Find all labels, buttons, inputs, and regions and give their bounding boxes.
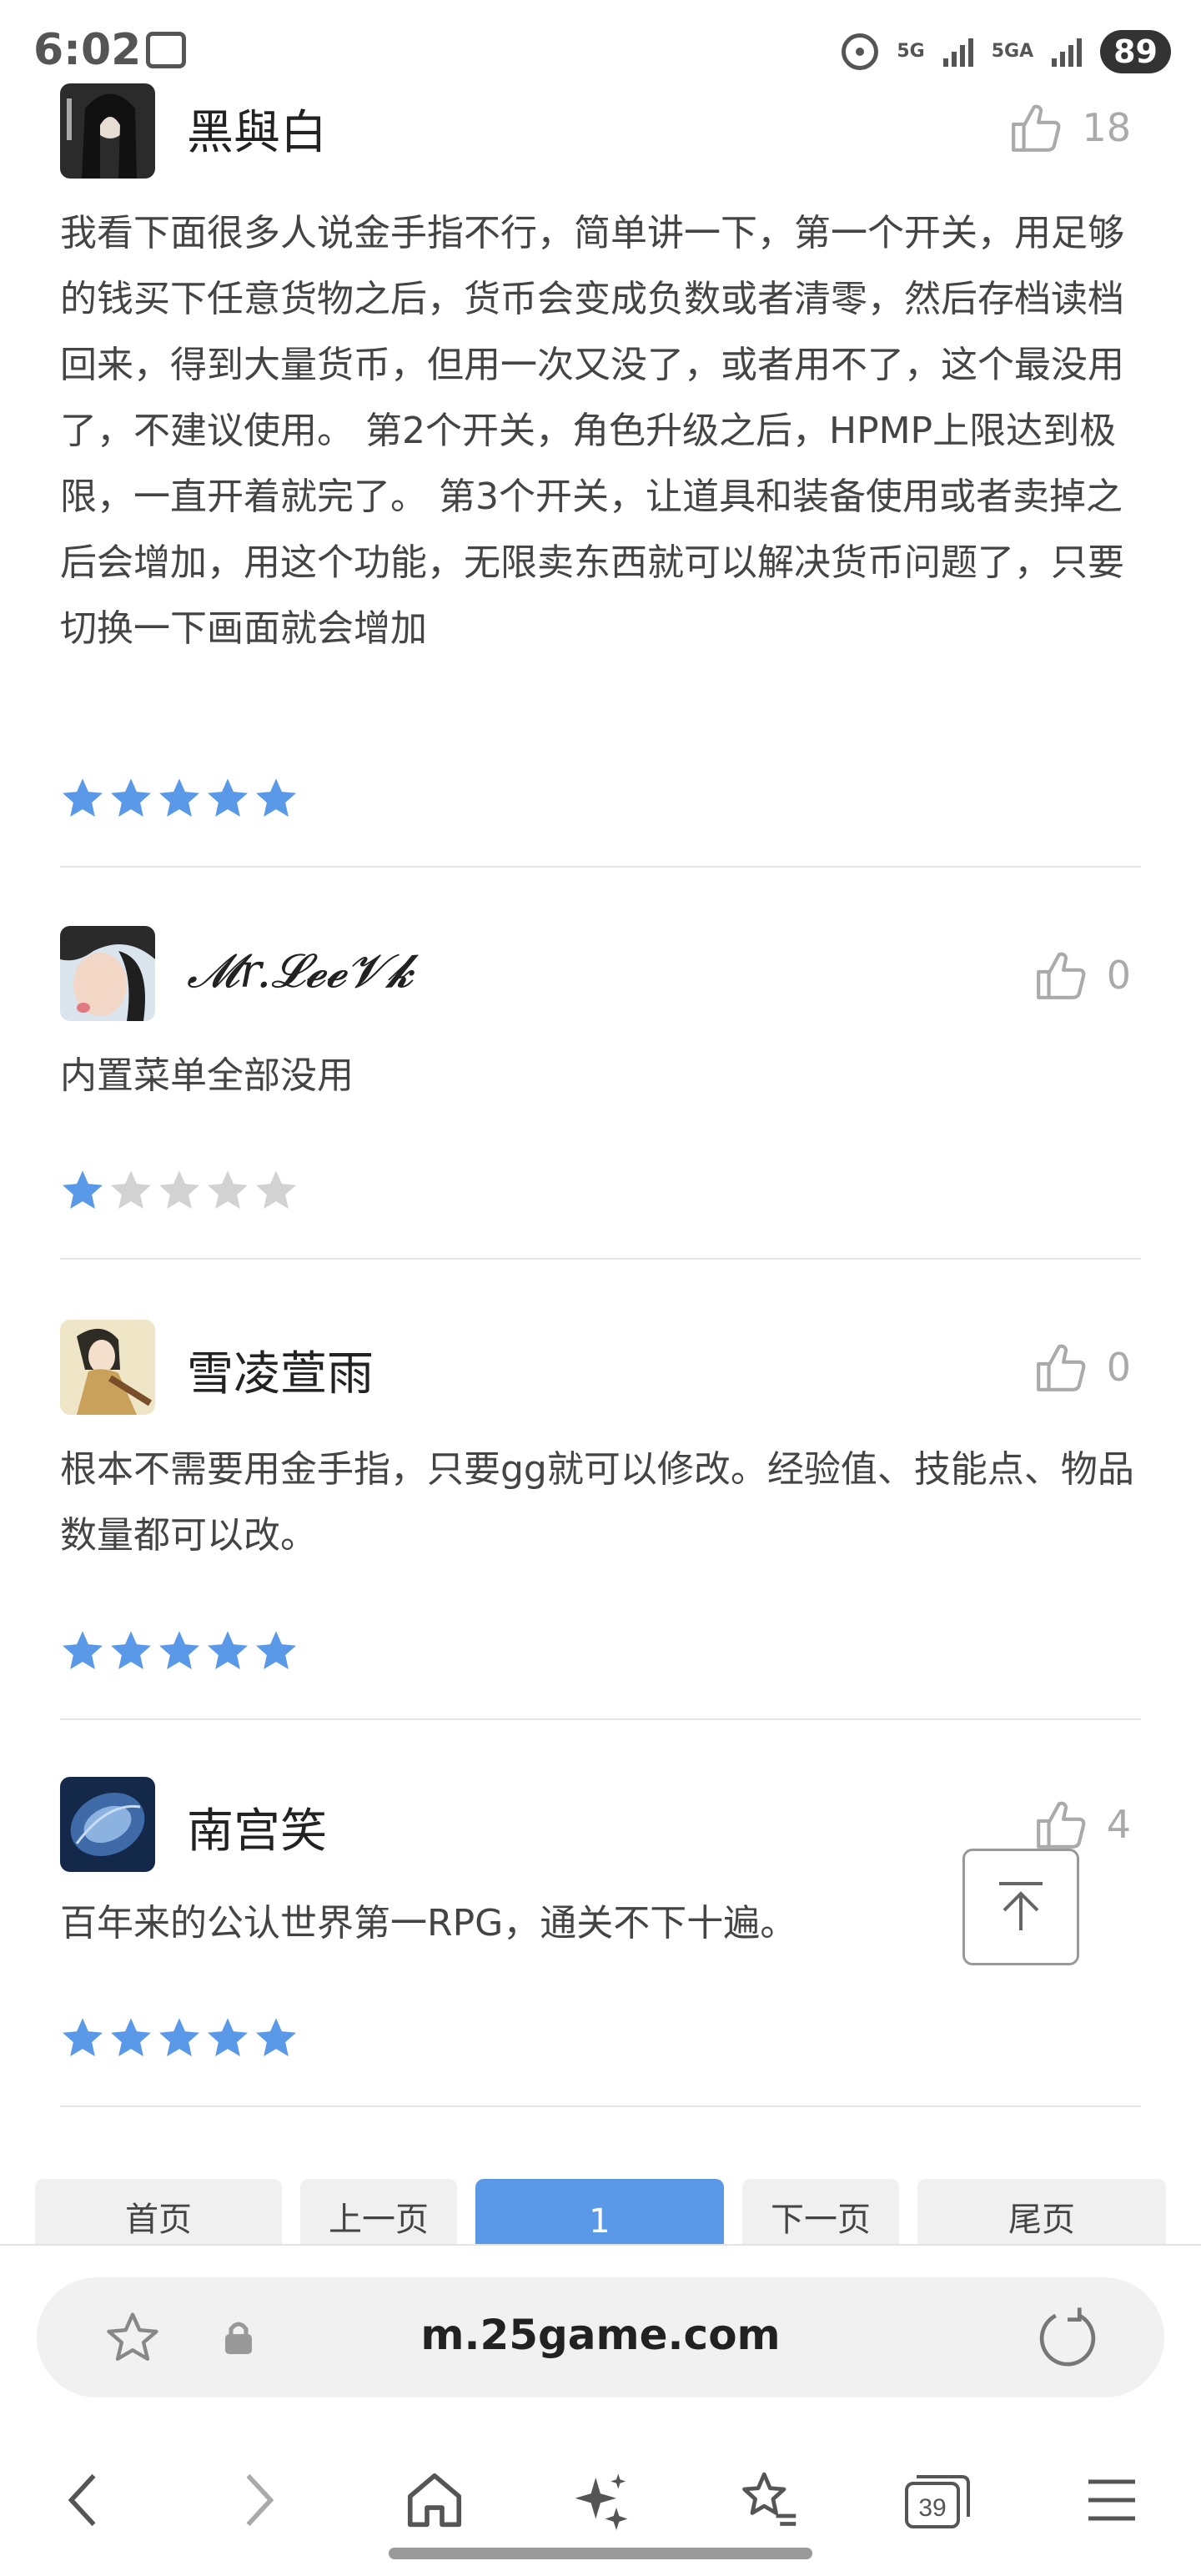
tabs-icon: 39 — [905, 2475, 970, 2528]
signal-icon-1 — [942, 37, 973, 67]
forward-arrow-icon — [246, 2473, 274, 2527]
star-filled-icon — [159, 1631, 199, 1669]
network-label-2: 5GA — [991, 41, 1034, 62]
back-arrow-icon — [68, 2473, 96, 2527]
browser-bar: m.25game.com 39 — [0, 2244, 1201, 2576]
star-empty-icon — [111, 1170, 151, 1209]
review-text: 根本不需要用金手指，只要gg就可以修改。经验值、技能点、物品数量都可以改。 — [60, 1448, 1134, 1557]
rating-stars — [60, 1168, 299, 1213]
avatar[interactable] — [60, 83, 155, 179]
forward-button[interactable] — [214, 2454, 305, 2546]
like-count: 4 — [1106, 1802, 1131, 1847]
rating-stars — [60, 1628, 299, 1673]
star-filled-icon — [63, 1170, 103, 1209]
star-empty-icon — [159, 1170, 199, 1209]
last-page-button[interactable]: 尾页 — [917, 2179, 1166, 2246]
star-filled-icon — [208, 778, 248, 817]
star-filled-icon — [111, 778, 151, 817]
star-empty-icon — [208, 1170, 248, 1209]
star-filled-icon — [111, 1631, 151, 1669]
hotspot-icon — [842, 33, 879, 70]
review-author: 黑與白 — [187, 106, 327, 160]
star-filled-icon — [256, 1631, 296, 1669]
avatar[interactable] — [60, 926, 155, 1021]
star-filled-icon — [256, 2018, 296, 2056]
network-label-1: 5G — [897, 41, 925, 62]
star-filled-icon — [159, 778, 199, 817]
thumbs-up-icon — [1036, 952, 1086, 999]
signal-icon-2 — [1052, 37, 1083, 67]
first-page-button[interactable]: 首页 — [35, 2179, 282, 2246]
like-button[interactable]: 18 — [1008, 100, 1131, 155]
star-filled-icon — [63, 778, 103, 817]
divider — [60, 1258, 1141, 1260]
divider — [60, 2106, 1141, 2107]
review-author: 雪凌萱雨 — [187, 1347, 374, 1401]
star-filled-icon — [159, 2018, 199, 2056]
avatar[interactable] — [60, 1777, 155, 1872]
review-text: 我看下面很多人说金手指不行，简单讲一下，第一个开关，用足够的钱买下任意货物之后，… — [60, 212, 1124, 650]
address-bar[interactable]: m.25game.com — [37, 2277, 1164, 2397]
current-page-button[interactable]: 1 — [475, 2179, 724, 2246]
menu-button[interactable] — [1066, 2454, 1158, 2546]
bookmarks-button[interactable] — [722, 2454, 814, 2546]
star-filled-icon — [208, 2018, 248, 2056]
home-icon — [407, 2473, 462, 2528]
back-button[interactable] — [37, 2454, 128, 2546]
star-filled-icon — [208, 1631, 248, 1669]
review-author: 南宫笑 — [187, 1804, 327, 1859]
divider — [60, 866, 1141, 868]
divider — [60, 1718, 1141, 1720]
tab-count: 39 — [918, 2494, 946, 2522]
browser-nav-row: 39 — [0, 2454, 1201, 2546]
rating-stars — [60, 2015, 299, 2060]
hamburger-menu-icon — [1088, 2479, 1135, 2521]
status-time: 6:02 — [33, 25, 142, 75]
tabs-button[interactable]: 39 — [892, 2454, 984, 2546]
like-count: 0 — [1106, 953, 1131, 998]
url-text: m.25game.com — [420, 2311, 781, 2359]
star-filled-icon — [256, 778, 296, 817]
star-filled-icon — [63, 2018, 103, 2056]
review-text: 内置菜单全部没用 — [60, 1054, 354, 1097]
home-button[interactable] — [389, 2454, 480, 2546]
screenshot-icon — [146, 32, 186, 68]
star-empty-icon — [256, 1170, 296, 1209]
like-count: 18 — [1082, 105, 1131, 150]
bookmark-star-list-icon — [742, 2472, 796, 2526]
back-to-top-button[interactable] — [962, 1849, 1079, 1965]
next-page-button[interactable]: 下一页 — [742, 2179, 899, 2246]
reload-icon[interactable] — [1036, 2306, 1099, 2369]
pagination: 首页 上一页 1 下一页 尾页 — [35, 2179, 1166, 2246]
arrow-up-icon — [999, 1882, 1043, 1930]
rating-stars — [60, 776, 299, 821]
prev-page-button[interactable]: 上一页 — [300, 2179, 457, 2246]
battery-level: 89 — [1100, 30, 1171, 73]
like-button[interactable]: 0 — [1033, 948, 1131, 1003]
review-author: 𝓜r.𝓛𝓮𝓮𝓥𝓴 — [187, 944, 414, 999]
like-button[interactable]: 4 — [1033, 1797, 1131, 1852]
star-filled-icon — [63, 1631, 103, 1669]
avatar[interactable] — [60, 1320, 155, 1415]
gesture-bar — [389, 2548, 812, 2559]
like-button[interactable]: 0 — [1033, 1340, 1131, 1395]
thumbs-up-icon — [1036, 1801, 1086, 1849]
like-count: 0 — [1106, 1345, 1131, 1390]
star-filled-icon — [111, 2018, 151, 2056]
thumbs-up-icon — [1012, 104, 1061, 152]
ai-assistant-button[interactable] — [555, 2454, 647, 2546]
sparkle-icon — [575, 2473, 628, 2530]
thumbs-up-icon — [1036, 1344, 1086, 1391]
